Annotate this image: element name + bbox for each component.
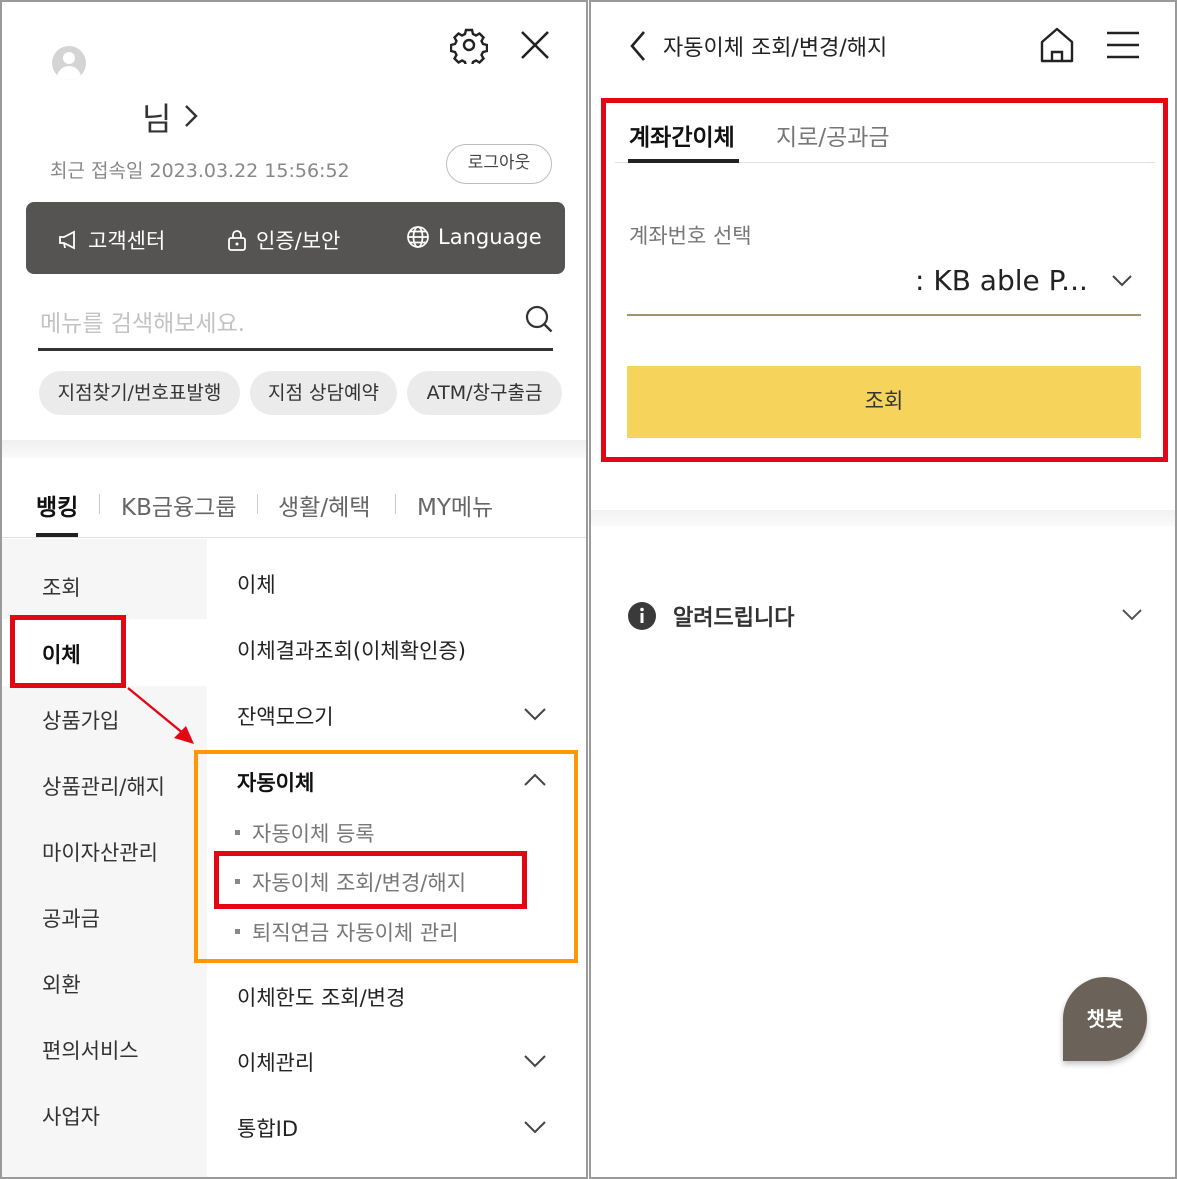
highlight-query-box bbox=[601, 98, 1168, 462]
chevron-down-icon[interactable] bbox=[523, 1053, 547, 1073]
chevron-down-icon[interactable] bbox=[523, 1119, 547, 1139]
tab-separator bbox=[99, 494, 100, 514]
back-icon[interactable] bbox=[629, 30, 647, 62]
lock-icon bbox=[226, 229, 248, 251]
submenu-transfer-result[interactable]: 이체결과조회(이체확인증) bbox=[237, 635, 466, 665]
info-icon bbox=[627, 601, 657, 631]
side-menu-product-join[interactable]: 상품가입 bbox=[42, 705, 119, 735]
last-login-text: 최근 접속일 2023.03.22 15:56:52 bbox=[50, 160, 350, 182]
side-menu-inquiry[interactable]: 조회 bbox=[42, 572, 81, 602]
arrow-annotation bbox=[122, 682, 202, 756]
chip-branch-finder[interactable]: 지점찾기/번호표발행 bbox=[39, 371, 240, 415]
search-icon[interactable] bbox=[524, 304, 554, 334]
side-menu-foreign-exchange[interactable]: 외환 bbox=[42, 969, 81, 999]
home-icon[interactable] bbox=[1039, 26, 1075, 64]
chevron-right-icon[interactable] bbox=[184, 104, 198, 128]
side-menu-utility-bills[interactable]: 공과금 bbox=[42, 903, 100, 933]
customer-center-label: 고객센터 bbox=[88, 229, 166, 253]
megaphone-icon bbox=[58, 229, 80, 251]
tab-lifestyle[interactable]: 생활/혜택 bbox=[278, 488, 370, 522]
side-menu-business[interactable]: 사업자 bbox=[42, 1101, 100, 1131]
tab-banking[interactable]: 뱅킹 bbox=[36, 488, 78, 522]
page-title: 자동이체 조회/변경/해지 bbox=[663, 36, 888, 61]
auto-transfer-page: 자동이체 조회/변경/해지 계좌간이체 지로/공과금 계좌번호 선택 : KB … bbox=[589, 0, 1177, 1179]
search-input[interactable]: 메뉴를 검색해보세요. bbox=[40, 304, 245, 338]
side-menu-my-assets[interactable]: 마이자산관리 bbox=[42, 837, 158, 867]
close-icon[interactable] bbox=[518, 28, 552, 62]
tab-kb-group[interactable]: KB금융그룹 bbox=[121, 488, 237, 522]
side-menu-convenience[interactable]: 편의서비스 bbox=[42, 1035, 139, 1065]
language-label: Language bbox=[438, 225, 542, 249]
hamburger-menu-icon[interactable] bbox=[1105, 30, 1141, 60]
submenu-transfer-manage[interactable]: 이체관리 bbox=[237, 1047, 314, 1077]
submenu-integrated-id[interactable]: 통합ID bbox=[237, 1113, 298, 1143]
globe-icon bbox=[406, 225, 430, 249]
highlight-transfer-box bbox=[10, 615, 126, 688]
highlight-auto-inquiry-box bbox=[214, 851, 527, 909]
chevron-down-icon[interactable] bbox=[1121, 608, 1143, 622]
tab-separator bbox=[395, 494, 396, 514]
chatbot-button[interactable]: 챗봇 bbox=[1063, 977, 1147, 1061]
submenu-transfer[interactable]: 이체 bbox=[237, 569, 276, 599]
language-button[interactable]: Language bbox=[406, 225, 542, 249]
menu-tabs: 뱅킹 KB금융그룹 생활/혜택 MY메뉴 bbox=[2, 482, 586, 538]
submenu-transfer-limit[interactable]: 이체한도 조회/변경 bbox=[237, 982, 405, 1012]
section-divider bbox=[591, 510, 1175, 526]
tab-my-menu[interactable]: MY메뉴 bbox=[417, 488, 493, 522]
notice-header[interactable]: 알려드립니다 bbox=[673, 600, 794, 632]
avatar bbox=[52, 46, 86, 80]
tab-separator bbox=[257, 494, 258, 514]
search-underline bbox=[38, 348, 553, 351]
customer-center-button[interactable]: 고객센터 bbox=[58, 225, 165, 255]
security-label: 인증/보안 bbox=[256, 229, 341, 253]
chip-branch-consult[interactable]: 지점 상담예약 bbox=[250, 371, 397, 415]
security-button[interactable]: 인증/보안 bbox=[226, 225, 340, 255]
chevron-down-icon[interactable] bbox=[523, 706, 547, 726]
side-menu-product-manage[interactable]: 상품관리/해지 bbox=[42, 771, 165, 801]
submenu-balance-collect[interactable]: 잔액모으기 bbox=[237, 701, 334, 731]
tab-active-indicator bbox=[36, 533, 78, 537]
logout-button[interactable]: 로그아웃 bbox=[446, 144, 552, 184]
menu-panel: 님 최근 접속일 2023.03.22 15:56:52 로그아웃 고객센터 인… bbox=[0, 0, 588, 1179]
user-name[interactable]: 님 bbox=[142, 94, 171, 140]
section-divider bbox=[2, 440, 586, 458]
gear-icon[interactable] bbox=[450, 26, 488, 64]
chip-atm-withdrawal[interactable]: ATM/창구출금 bbox=[407, 371, 562, 415]
quick-links-bar: 고객센터 인증/보안 Language bbox=[26, 202, 565, 274]
